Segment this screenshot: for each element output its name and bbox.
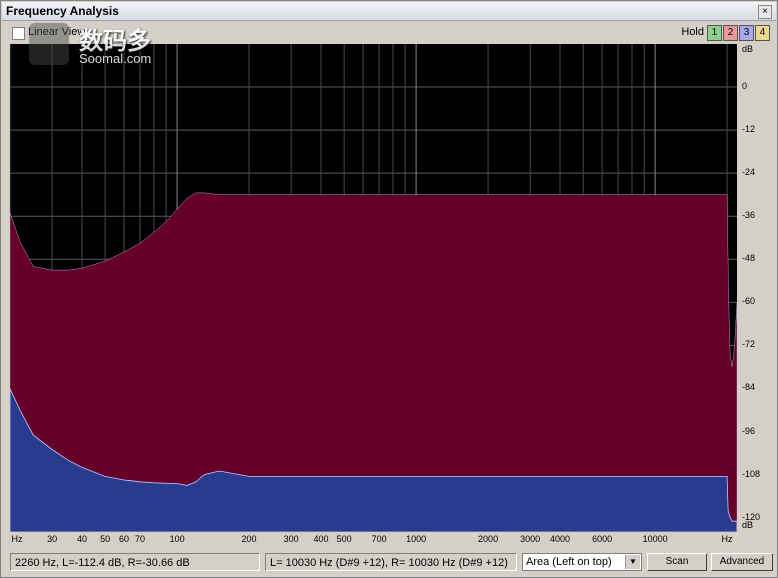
x-tick-label: 40 bbox=[76, 534, 87, 544]
x-tick-label: 4000 bbox=[550, 534, 571, 544]
y-tick-label: -24 bbox=[742, 167, 756, 178]
x-tick-label: 30 bbox=[47, 534, 58, 544]
x-tick-label: Hz bbox=[11, 534, 23, 544]
x-tick-label: 100 bbox=[169, 534, 185, 544]
x-tick-label: 2000 bbox=[478, 534, 499, 544]
x-tick-label: 700 bbox=[371, 534, 387, 544]
spectrum-plot[interactable] bbox=[10, 44, 737, 532]
x-axis: Hz 30 40 50 60 70 100 200 300 400 500 700 1000 2000 30… bbox=[10, 532, 750, 548]
display-mode-select[interactable]: Area (Left on top) ▼ bbox=[522, 553, 642, 571]
cursor-readout: 2260 Hz, L=-112.4 dB, R=-30.66 dB bbox=[10, 553, 260, 571]
frequency-analysis-window: Frequency Analysis × Linear View Hold 1 … bbox=[0, 0, 778, 578]
x-tick-label: 6000 bbox=[592, 534, 613, 544]
display-mode-value: Area (Left on top) bbox=[526, 556, 612, 568]
y-tick-label: -84 bbox=[742, 382, 756, 393]
x-tick-label: 200 bbox=[241, 534, 257, 544]
x-tick-label: 10000 bbox=[642, 534, 668, 544]
y-tick-label: dB bbox=[742, 520, 754, 530]
y-tick-label: -108 bbox=[742, 468, 761, 479]
x-tick-label: 70 bbox=[135, 534, 146, 544]
linear-view-checkbox[interactable] bbox=[12, 27, 25, 40]
window-title: Frequency Analysis bbox=[6, 4, 119, 18]
chevron-down-icon[interactable]: ▼ bbox=[625, 555, 640, 569]
y-tick-label: -60 bbox=[742, 296, 756, 307]
x-tick-label: 1000 bbox=[406, 534, 427, 544]
x-tick-label: 300 bbox=[283, 534, 299, 544]
y-tick-label: -36 bbox=[742, 210, 756, 221]
x-tick-label: 400 bbox=[313, 534, 329, 544]
y-axis: dB 0 -12 -24 -36 -48 -60 -72 -84 -96 -108 -120 dB bbox=[737, 44, 777, 532]
x-tick-label: 50 bbox=[100, 534, 111, 544]
hold-button-3[interactable]: 3 bbox=[739, 25, 754, 41]
y-tick-label: 0 bbox=[742, 81, 748, 92]
x-tick-label: 500 bbox=[336, 534, 352, 544]
status-bar: 2260 Hz, L=-112.4 dB, R=-30.66 dB L= 100… bbox=[2, 549, 776, 575]
hold-button-4[interactable]: 4 bbox=[755, 25, 770, 41]
y-tick-label: dB bbox=[742, 44, 754, 54]
scan-button[interactable]: Scan bbox=[647, 553, 707, 571]
y-tick-label: -96 bbox=[742, 425, 756, 436]
watermark-text-en: Soomal.com bbox=[79, 51, 152, 66]
y-tick-label: -72 bbox=[742, 339, 756, 350]
advanced-button[interactable]: Advanced bbox=[711, 553, 773, 571]
x-tick-label: 60 bbox=[119, 534, 130, 544]
soomal-logo-icon bbox=[29, 23, 69, 65]
hold-button-2[interactable]: 2 bbox=[723, 25, 738, 41]
y-tick-label: -48 bbox=[742, 253, 756, 264]
title-bar: Frequency Analysis × bbox=[2, 2, 776, 21]
spectrum-chart bbox=[10, 44, 737, 532]
x-tick-label: Hz bbox=[721, 534, 733, 544]
x-tick-label: 3000 bbox=[520, 534, 541, 544]
hold-label: Hold bbox=[681, 26, 704, 38]
hold-button-1[interactable]: 1 bbox=[707, 25, 722, 41]
peak-readout: L= 10030 Hz (D#9 +12), R= 10030 Hz (D#9 … bbox=[265, 553, 517, 571]
y-tick-label: -12 bbox=[742, 124, 756, 135]
close-button[interactable]: × bbox=[758, 5, 772, 19]
